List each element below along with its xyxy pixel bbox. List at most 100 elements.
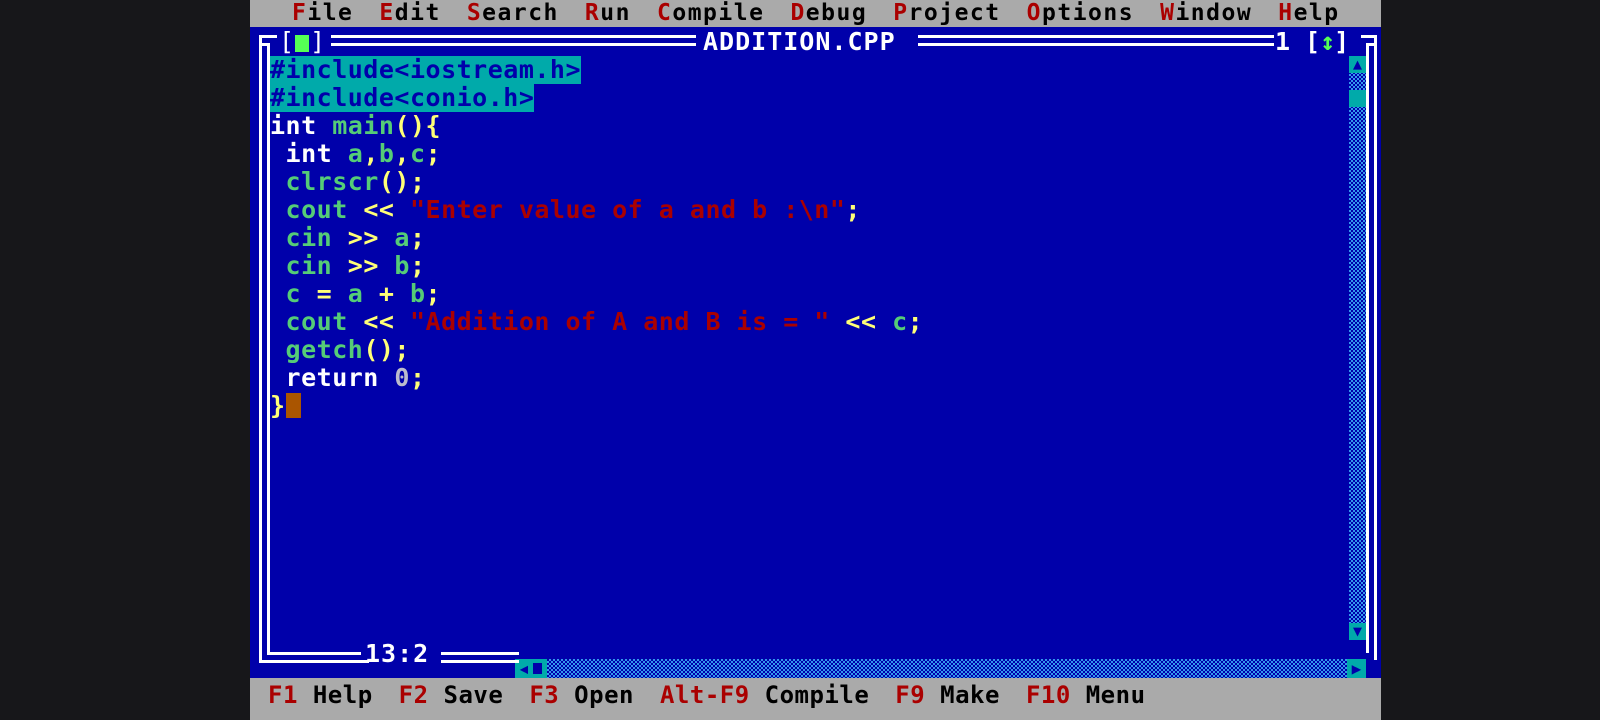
menu-label: indow <box>1175 0 1253 26</box>
fkey-menu[interactable]: F10 Menu <box>1026 678 1146 712</box>
code-token-id: c <box>270 279 317 308</box>
menu-hotkey: W <box>1160 0 1176 26</box>
code-token-kw: int <box>270 111 333 140</box>
fkey-label: Compile <box>764 681 870 709</box>
vertical-scrollbar[interactable]: ▲ ▼ <box>1349 56 1366 640</box>
code-token-id: c <box>410 139 426 168</box>
close-button[interactable]: [] <box>279 29 325 55</box>
frame-line <box>441 660 519 663</box>
menu-item-window[interactable]: Window <box>1160 0 1252 27</box>
code-token-punc: ; <box>409 223 426 252</box>
code-token-punc: ; <box>409 363 426 392</box>
menu-label: roject <box>908 0 1001 26</box>
menu-label: ile <box>307 0 354 26</box>
frame-line <box>918 43 1274 46</box>
code-token-id: c <box>892 307 908 336</box>
code-token-id: cin <box>270 251 348 280</box>
code-token-id: b <box>378 139 395 168</box>
code-line[interactable]: cout << "Addition of A and B is = " << c… <box>270 308 923 336</box>
code-token-id: main <box>332 111 395 140</box>
fkey-key: Alt-F9 <box>659 681 765 709</box>
window-status-line: 13:2 <box>253 632 1380 678</box>
frame-line <box>1366 43 1369 653</box>
menu-hotkey: P <box>893 0 909 26</box>
frame-line <box>331 35 696 38</box>
menu-label: un <box>600 0 631 26</box>
code-token-punc: ; <box>425 279 442 308</box>
code-line[interactable]: return 0; <box>270 364 426 392</box>
scroll-up-arrow-icon[interactable]: ▲ <box>1349 56 1366 73</box>
menu-item-options[interactable]: Options <box>1027 0 1134 27</box>
menu-hotkey: H <box>1278 0 1294 26</box>
menu-label: ompile <box>672 0 765 26</box>
frame-line <box>1374 35 1377 660</box>
menu-item-debug[interactable]: Debug <box>790 0 867 27</box>
fkey-key: F2 <box>398 681 444 709</box>
code-token-id: a <box>347 139 364 168</box>
code-line[interactable]: int a,b,c; <box>270 140 441 168</box>
zoom-button[interactable]: [↕] <box>1305 28 1349 56</box>
window-title-bar[interactable]: [] ADDITION.CPP 1 [↕] <box>253 28 1380 56</box>
close-bracket-right: ] <box>310 28 326 56</box>
menu-hotkey: R <box>584 0 601 26</box>
fkey-key: F9 <box>895 681 941 709</box>
fkey-save[interactable]: F2 Save <box>399 678 504 712</box>
menu-item-project[interactable]: Project <box>893 0 1000 27</box>
fkey-key: F3 <box>529 681 575 709</box>
fkey-make[interactable]: F9 Make <box>895 678 1000 712</box>
window-title: ADDITION.CPP <box>703 28 896 56</box>
fkey-compile[interactable]: Alt-F9 Compile <box>660 678 869 712</box>
frame-line <box>918 35 1274 38</box>
fkey-label: Save <box>443 681 504 709</box>
fkey-help[interactable]: F1 Help <box>268 678 373 712</box>
frame-line <box>259 660 369 663</box>
fkey-key: F1 <box>268 681 313 709</box>
letterbox-left <box>0 0 250 720</box>
code-line[interactable]: c = a + b; <box>270 280 441 308</box>
window-number: 1 <box>1275 28 1291 56</box>
menu-item-search[interactable]: Search <box>467 0 559 27</box>
text-cursor <box>285 393 301 418</box>
menu-item-compile[interactable]: Compile <box>657 0 764 27</box>
letterbox-right <box>1381 0 1600 720</box>
code-token-id: getch <box>270 335 364 364</box>
code-token-punc: , <box>394 139 411 168</box>
menu-item-run[interactable]: Run <box>585 0 631 27</box>
fkey-label: Help <box>312 681 373 709</box>
menu-label: ebug <box>805 0 868 26</box>
code-line[interactable]: #include<iostream.h> <box>270 56 582 84</box>
code-editor-pane[interactable]: #include<iostream.h> #include<conio.h> int… <box>270 56 1366 640</box>
code-token-punc: + <box>378 279 410 308</box>
close-square-icon <box>295 35 310 52</box>
menu-item-edit[interactable]: Edit <box>379 0 440 27</box>
code-line[interactable]: clrscr(); <box>270 168 426 196</box>
code-token-punc: << <box>363 307 410 336</box>
code-line[interactable]: cin >> a; <box>270 224 426 252</box>
vertical-scrollbar-thumb[interactable] <box>1349 90 1366 107</box>
code-token-punc: >> <box>347 223 395 252</box>
code-line[interactable]: cin >> b; <box>270 252 426 280</box>
code-line[interactable]: cout << "Enter value of a and b :\n"; <box>270 196 861 224</box>
code-token-punc: , <box>363 139 379 168</box>
code-token-id: cout <box>270 307 364 336</box>
code-token-id: cout <box>270 195 364 224</box>
code-line[interactable]: int main(){ <box>270 112 441 140</box>
zoom-bracket-left: [ <box>1305 28 1321 56</box>
code-token-str: "Addition of A and B is = " <box>409 307 830 336</box>
menu-hotkey: O <box>1026 0 1042 26</box>
code-token-punc: >> <box>347 251 395 280</box>
editor-window: [] ADDITION.CPP 1 [↕] #include<iostream.… <box>253 28 1380 678</box>
code-token-punc: << <box>829 307 893 336</box>
fkey-open[interactable]: F3 Open <box>529 678 634 712</box>
code-line[interactable]: #include<conio.h> <box>270 83 535 112</box>
code-token-num: 0 <box>394 363 410 392</box>
code-token-pre: #include<iostream.h> <box>270 56 582 84</box>
menu-item-help[interactable]: Help <box>1278 0 1339 27</box>
code-token-punc: ; <box>907 307 924 336</box>
code-line[interactable]: getch(); <box>270 336 410 364</box>
function-key-bar: F1 Help F2 Save F3 Open Alt-F9 Compile F9 Ma… <box>250 678 1381 720</box>
frame-line <box>267 652 361 655</box>
menu-item-file[interactable]: File <box>292 0 353 27</box>
fkey-label: Menu <box>1085 681 1146 709</box>
code-line[interactable]: } <box>270 392 301 420</box>
